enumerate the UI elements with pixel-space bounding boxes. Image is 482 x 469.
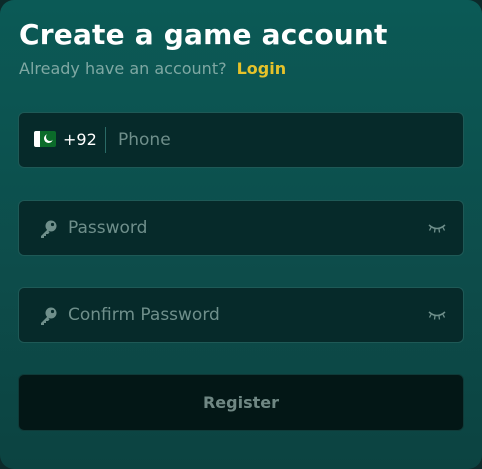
confirm-password-field[interactable] [18,287,464,343]
login-prompt-text: Already have an account? [19,59,227,78]
register-panel: Create a game account Already have an ac… [0,0,482,469]
eye-closed-icon[interactable] [427,309,447,321]
login-link[interactable]: Login [237,59,287,78]
login-prompt: Already have an account? Login [19,59,286,78]
country-code[interactable]: +92 [63,130,97,149]
key-icon [41,220,57,238]
phone-input[interactable] [118,113,448,167]
phone-field[interactable]: +92 [18,112,464,168]
pakistan-flag-icon [34,131,56,147]
register-button[interactable]: Register [18,374,464,431]
confirm-password-input[interactable] [68,288,413,342]
password-input[interactable] [68,201,413,255]
key-icon [41,307,57,325]
eye-closed-icon[interactable] [427,222,447,234]
phone-divider [105,127,106,153]
page-title: Create a game account [19,18,388,51]
password-field[interactable] [18,200,464,256]
